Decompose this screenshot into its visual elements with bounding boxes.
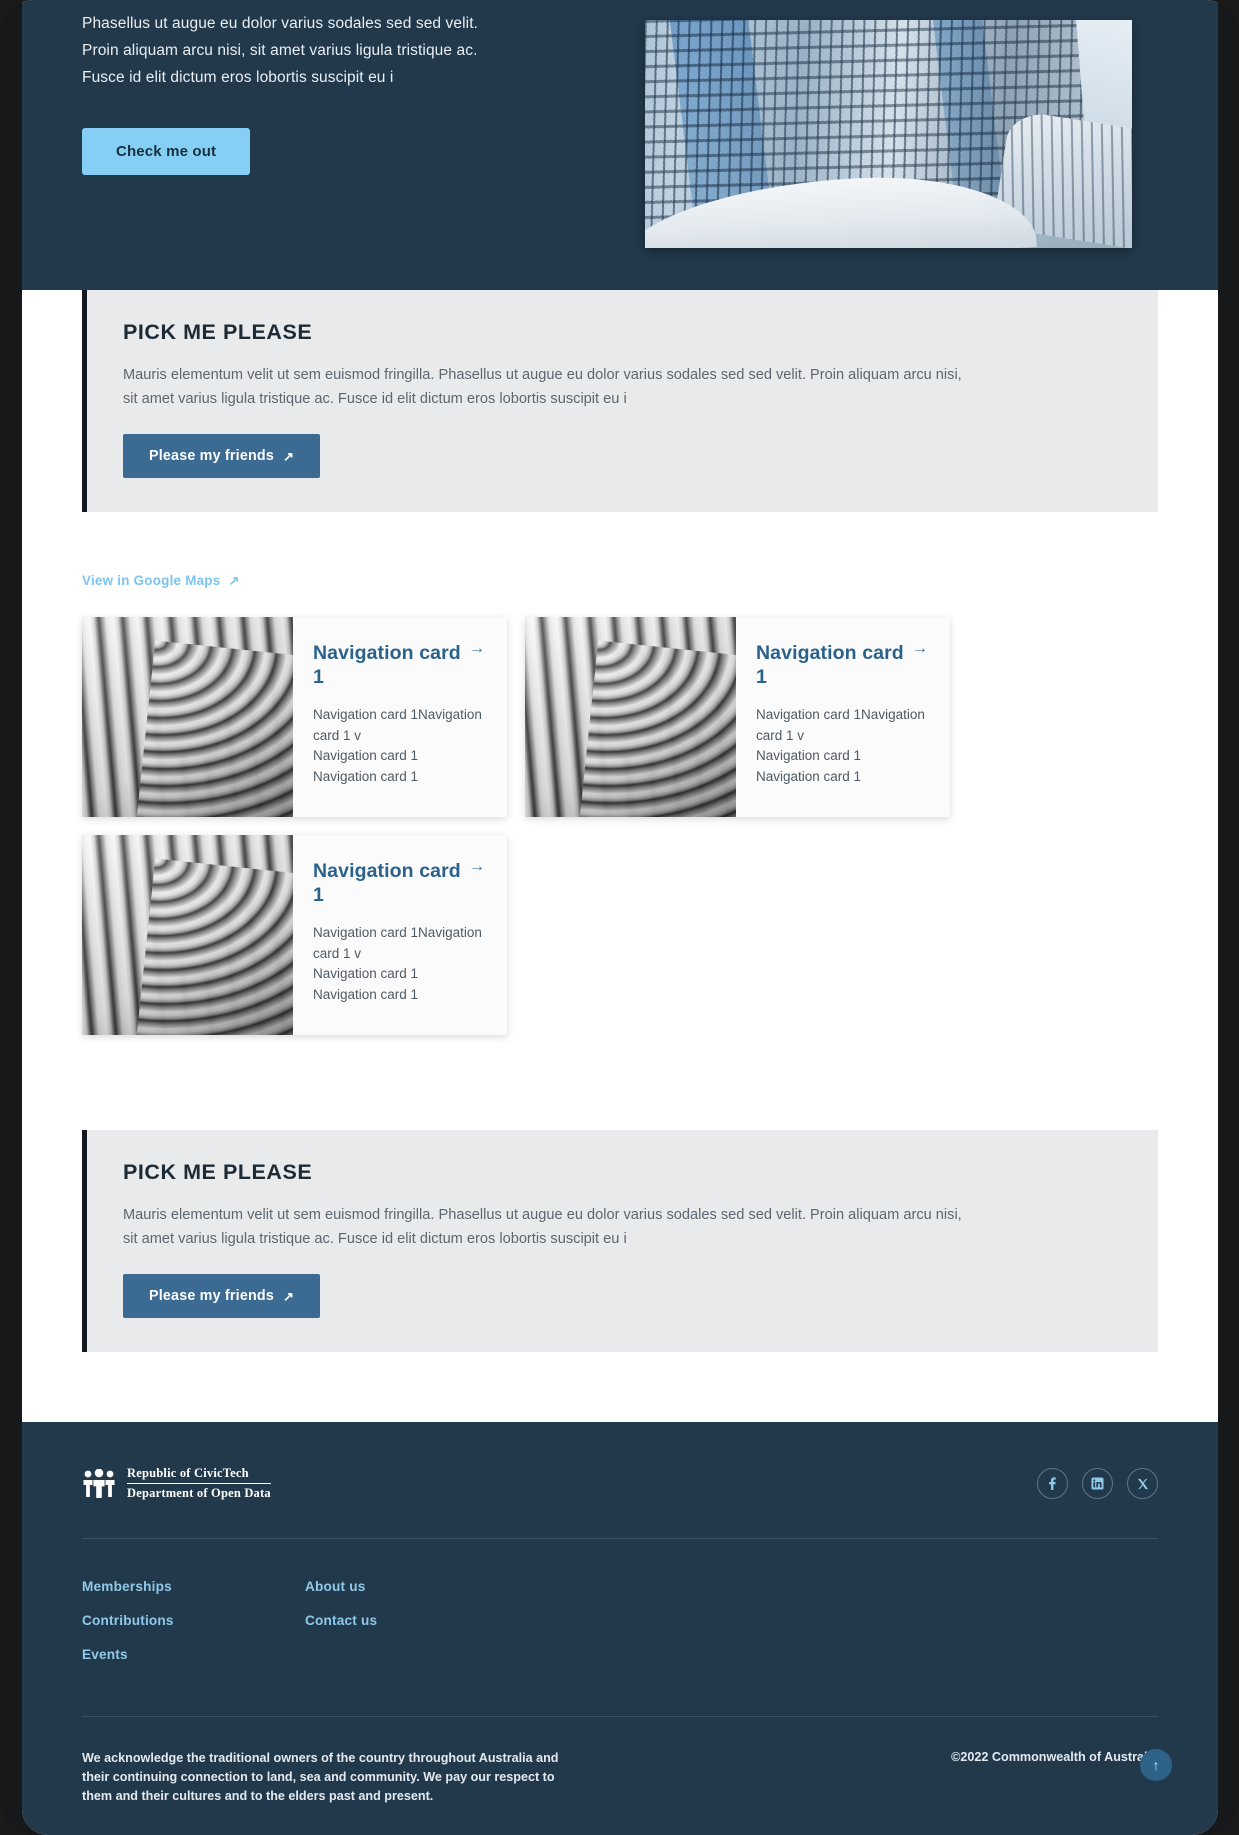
navigation-card-line: Navigation card 1	[756, 768, 862, 784]
please-my-friends-button[interactable]: Please my friends ↗	[123, 434, 321, 478]
navigation-card-line: Navigation card 1	[756, 748, 862, 763]
hero-paragraph: Phasellus ut augue eu dolor varius sodal…	[82, 15, 479, 86]
x-glyph	[1137, 1478, 1148, 1489]
card-image-shading	[82, 835, 293, 1035]
navigation-card-line: Navigation card 1	[313, 768, 419, 784]
navigation-card-line: Navigation card 1Navigation card 1 v	[313, 925, 482, 961]
external-link-arrow-icon: ↗	[228, 573, 240, 588]
navigation-card-line: Navigation card 1	[313, 966, 419, 981]
footer-link-memberships[interactable]: Memberships	[82, 1579, 305, 1594]
main-content: PICK ME PLEASE Mauris elementum velit ut…	[22, 290, 1218, 1422]
scroll-to-top-button[interactable]: ↑	[1140, 1749, 1172, 1781]
navigation-card-lines: Navigation card 1Navigation card 1 v Nav…	[313, 923, 485, 1005]
card-image-shading	[525, 617, 736, 817]
please-my-friends-button[interactable]: Please my friends ↗	[123, 1274, 321, 1318]
footer-top-row: Republic of CivicTech Department of Open…	[82, 1466, 1158, 1501]
copyright-text: ©2022 Commonwealth of Australia	[951, 1750, 1158, 1764]
navigation-card-line: Navigation card 1Navigation card 1 v	[313, 707, 482, 743]
callout-title: PICK ME PLEASE	[123, 320, 313, 344]
external-link-arrow-icon: ↗	[283, 1288, 295, 1304]
acknowledgement-of-country: We acknowledge the traditional owners of…	[82, 1751, 559, 1803]
maps-link-label: View in Google Maps	[82, 573, 221, 588]
linkedin-glyph	[1091, 1477, 1104, 1490]
arrow-right-icon: →	[469, 858, 485, 875]
footer-bottom-row: We acknowledge the traditional owners of…	[82, 1717, 1158, 1806]
facebook-icon[interactable]	[1037, 1468, 1068, 1499]
footer-social-links	[1037, 1468, 1158, 1499]
navigation-cards-grid: Navigation card 1 → Navigation card 1Nav…	[82, 590, 1158, 1035]
please-my-friends-label: Please my friends	[149, 1288, 274, 1304]
card-image-shading	[82, 617, 293, 817]
navigation-card-line: Navigation card 1	[313, 748, 419, 763]
footer-link-contact-us[interactable]: Contact us	[305, 1613, 528, 1628]
arrow-right-icon: →	[912, 640, 928, 657]
hero-section: Phasellus ut augue eu dolor varius sodal…	[22, 0, 1218, 290]
callout-body: Mauris elementum velit ut sem euismod fr…	[123, 1207, 962, 1247]
footer-links: Memberships Contributions Events About u…	[82, 1539, 1158, 1681]
bottom-spacer	[82, 1352, 1158, 1422]
please-my-friends-label: Please my friends	[149, 448, 274, 464]
navigation-card-lines: Navigation card 1Navigation card 1 v Nav…	[756, 705, 928, 787]
navigation-card-line: Navigation card 1Navigation card 1 v	[756, 707, 925, 743]
site-footer: Republic of CivicTech Department of Open…	[22, 1422, 1218, 1835]
external-link-arrow-icon: ↗	[283, 448, 295, 464]
navigation-card-line: Navigation card 1	[313, 986, 419, 1002]
callout-block-1: PICK ME PLEASE Mauris elementum velit ut…	[82, 290, 1158, 512]
page-viewport: Phasellus ut augue eu dolor varius sodal…	[22, 0, 1218, 1835]
navigation-card-body: Navigation card 1 → Navigation card 1Nav…	[293, 617, 507, 817]
footer-brand-line-2: Department of Open Data	[127, 1486, 271, 1500]
navigation-card-body: Navigation card 1 → Navigation card 1Nav…	[736, 617, 950, 817]
navigation-card-title: Navigation card 1	[756, 642, 904, 688]
callout-block-2: PICK ME PLEASE Mauris elementum velit ut…	[82, 1130, 1158, 1352]
footer-link-about-us[interactable]: About us	[305, 1579, 528, 1594]
navigation-card-lines: Navigation card 1Navigation card 1 v Nav…	[313, 705, 485, 787]
footer-brand-text: Republic of CivicTech Department of Open…	[127, 1466, 271, 1501]
footer-brand-line-1: Republic of CivicTech	[127, 1466, 271, 1484]
callout-body: Mauris elementum velit ut sem euismod fr…	[123, 367, 962, 407]
navigation-card-body: Navigation card 1 → Navigation card 1Nav…	[293, 835, 507, 1035]
linkedin-icon[interactable]	[1082, 1468, 1113, 1499]
footer-link-events[interactable]: Events	[82, 1647, 305, 1662]
view-in-google-maps-link[interactable]: View in Google Maps ↗	[82, 573, 240, 588]
footer-link-column-2: About us Contact us	[305, 1579, 528, 1681]
callout-title: PICK ME PLEASE	[123, 1160, 313, 1184]
navigation-card[interactable]: Navigation card 1 → Navigation card 1Nav…	[525, 617, 950, 817]
navigation-card-image	[525, 617, 736, 817]
people-group-icon	[83, 1468, 115, 1498]
check-me-out-button[interactable]: Check me out	[82, 128, 251, 175]
navigation-card-title: Navigation card 1	[313, 642, 461, 688]
arrow-right-icon: →	[469, 640, 485, 657]
navigation-card-title: Navigation card 1	[313, 860, 461, 906]
maps-link-row: View in Google Maps ↗	[82, 512, 1158, 590]
navigation-card[interactable]: Navigation card 1 → Navigation card 1Nav…	[82, 835, 507, 1035]
x-twitter-icon[interactable]	[1127, 1468, 1158, 1499]
navigation-card[interactable]: Navigation card 1 → Navigation card 1Nav…	[82, 617, 507, 817]
hero-image	[645, 20, 1132, 248]
navigation-card-image	[82, 835, 293, 1035]
footer-link-contributions[interactable]: Contributions	[82, 1613, 305, 1628]
footer-link-column-1: Memberships Contributions Events	[82, 1579, 305, 1681]
facebook-glyph	[1049, 1477, 1056, 1490]
footer-brand[interactable]: Republic of CivicTech Department of Open…	[82, 1466, 271, 1501]
hero-text-column: Phasellus ut augue eu dolor varius sodal…	[82, 0, 482, 290]
navigation-card-image	[82, 617, 293, 817]
device-frame: Phasellus ut augue eu dolor varius sodal…	[0, 0, 1239, 1835]
